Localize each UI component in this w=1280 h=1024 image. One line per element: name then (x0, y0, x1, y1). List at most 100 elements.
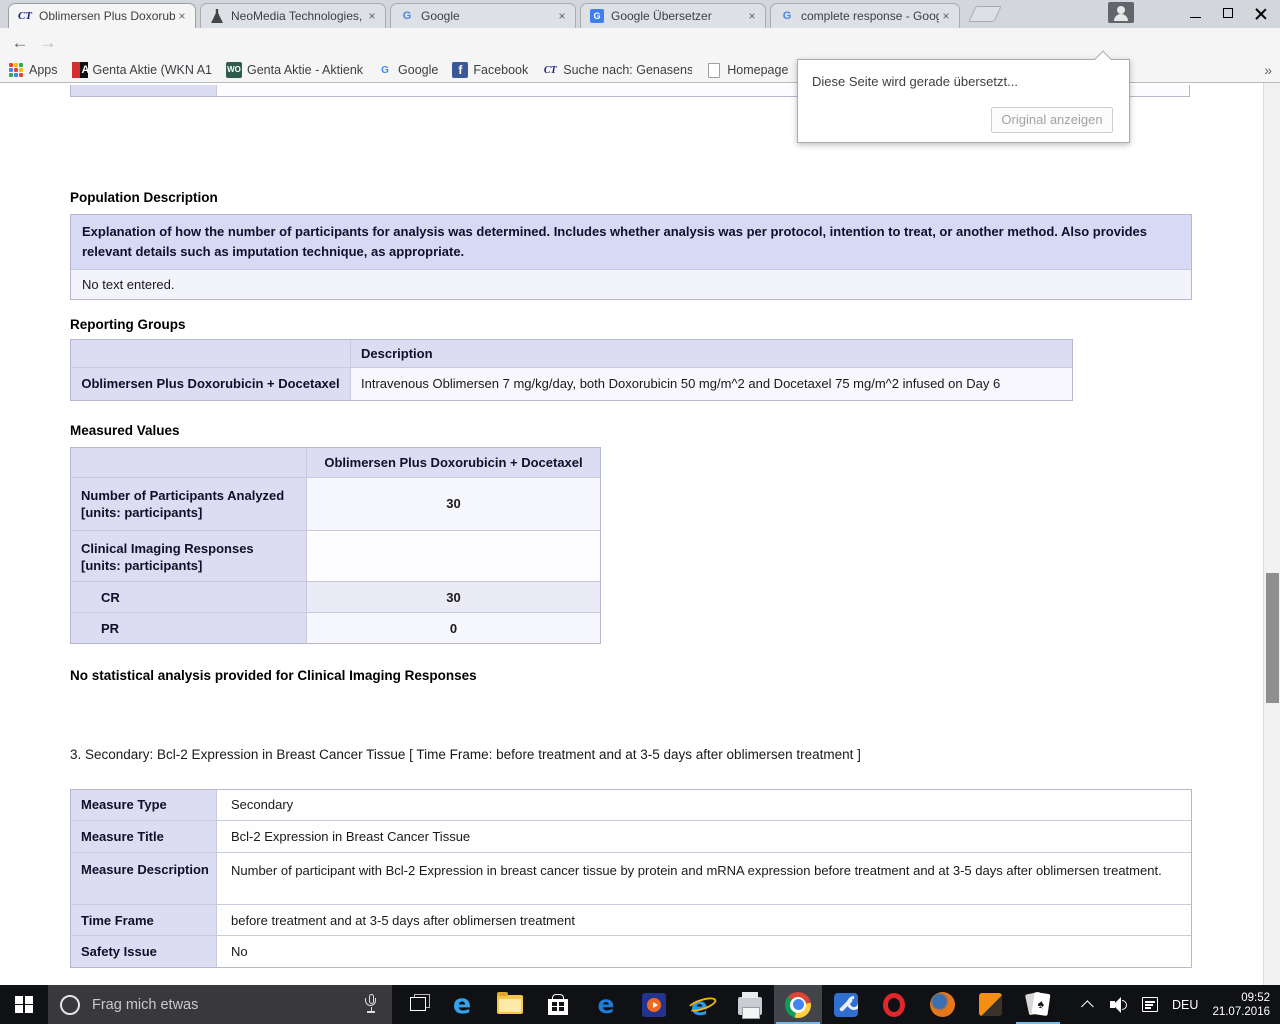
clock[interactable]: 09:52 21.07.2016 (1212, 991, 1270, 1019)
bookmark-facebook[interactable]: f Facebook (452, 62, 528, 78)
page-content: Population Description Explanation of ho… (0, 83, 1263, 985)
tab-close-icon[interactable]: × (365, 9, 379, 23)
browser-tab-strip: CT Oblimersen Plus Doxorubi × NeoMedia T… (0, 0, 1280, 28)
tab-title: Google Übersetzer (611, 9, 745, 23)
page-scrollbar[interactable] (1263, 83, 1280, 985)
measured-values-table: Oblimersen Plus Doxorubicin + Docetaxel … (70, 447, 601, 644)
row-label: PR (71, 613, 307, 643)
translate-status-text: Diese Seite wird gerade übersetzt... (812, 74, 1018, 89)
maximize-icon (1223, 8, 1233, 18)
tab-neomedia[interactable]: NeoMedia Technologies, I × (200, 3, 386, 28)
solitaire-icon: ♠ (1025, 992, 1051, 1018)
firefox-icon (930, 992, 955, 1017)
taskbar-store[interactable] (534, 985, 582, 1024)
profile-button[interactable] (1108, 2, 1134, 23)
date: 21.07.2016 (1212, 1005, 1270, 1019)
back-button[interactable]: ← (8, 31, 32, 55)
row-label: Time Frame (71, 905, 217, 935)
system-tray: DEU 09:52 21.07.2016 (1085, 985, 1280, 1024)
taskbar-edge[interactable]: e (438, 985, 486, 1024)
row-value (307, 531, 600, 581)
language-indicator[interactable]: DEU (1172, 998, 1198, 1012)
tab-close-icon[interactable]: × (745, 9, 759, 23)
measure-info-table: Measure Type Secondary Measure Title Bcl… (70, 789, 1192, 968)
bookmark-google[interactable]: G Google (377, 62, 438, 78)
microphone-icon[interactable] (364, 994, 378, 1014)
tab-google-uebersetzer[interactable]: G Google Übersetzer × (580, 3, 766, 28)
forward-button[interactable]: → (36, 31, 60, 55)
reporting-groups-table: Description Oblimersen Plus Doxorubicin … (70, 339, 1073, 401)
cortana-search-box[interactable] (48, 985, 392, 1024)
bookmark-homepage[interactable]: Homepage (706, 62, 788, 78)
row-label: Oblimersen Plus Doxorubicin + Docetaxel (71, 368, 351, 400)
desktop: CT Oblimersen Plus Doxorubi × NeoMedia T… (0, 0, 1280, 1024)
row-label: Measure Title (71, 821, 217, 852)
row-value: 30 (307, 582, 600, 612)
no-statistical-analysis-note: No statistical analysis provided for Cli… (70, 668, 477, 683)
tab-title: Google (421, 9, 555, 23)
taskbar-ie[interactable]: e (582, 985, 630, 1024)
wallstreet-online-icon: WO (226, 62, 242, 78)
task-view-button[interactable] (398, 985, 438, 1024)
action-center-icon[interactable] (1142, 997, 1158, 1012)
ie-icon: e (598, 991, 615, 1018)
tab-close-icon[interactable]: × (555, 9, 569, 23)
bookmark-ct-suche[interactable]: CT Suche nach: Genasens (542, 62, 692, 78)
speaker-icon[interactable] (1110, 997, 1128, 1013)
store-icon (548, 999, 568, 1015)
tab-clinicaltrials[interactable]: CT Oblimersen Plus Doxorubi × (8, 3, 196, 28)
browser-toolbar: ← → https://clinicaltrials.gov/ct2/show/… (0, 28, 1280, 58)
taskbar-solitaire[interactable]: ♠ (1014, 985, 1062, 1024)
facebook-icon: f (452, 62, 468, 78)
google-g-icon: G (377, 62, 393, 78)
taskbar-tools[interactable] (822, 985, 870, 1024)
windows-logo-icon (15, 996, 33, 1014)
translate-icon: G (589, 8, 605, 24)
taskbar-opera[interactable] (870, 985, 918, 1024)
close-icon (1255, 7, 1267, 19)
row-label: Number of Participants Analyzed[units: p… (71, 478, 307, 530)
taskbar-printer[interactable] (726, 985, 774, 1024)
new-tab-button[interactable] (968, 6, 1001, 22)
page-icon (708, 63, 720, 78)
scrollbar-thumb[interactable] (1266, 573, 1279, 703)
taskbar-chrome[interactable] (774, 985, 822, 1024)
row-value: Intravenous Oblimersen 7 mg/kg/day, both… (351, 368, 1072, 400)
window-minimize-button[interactable] (1180, 0, 1210, 26)
search-input[interactable] (92, 997, 322, 1013)
tab-close-icon[interactable]: × (939, 9, 953, 23)
time: 09:52 (1212, 991, 1270, 1005)
cortana-icon (60, 995, 80, 1015)
apps-shortcut[interactable]: Apps (8, 62, 58, 78)
taskbar-orange-app[interactable] (966, 985, 1014, 1024)
profile-person-icon (1117, 6, 1125, 14)
wrench-icon (834, 993, 858, 1017)
neomedia-icon (209, 8, 225, 24)
tab-title: NeoMedia Technologies, I (231, 9, 365, 23)
clinicaltrials-ct-icon: CT (542, 62, 558, 78)
column-header: Description (351, 340, 1072, 367)
bookmark-genta-aktienkurs[interactable]: WO Genta Aktie - Aktienk (226, 62, 363, 78)
bookmark-label: Apps (29, 63, 58, 77)
taskbar-file-explorer[interactable] (486, 985, 534, 1024)
start-button[interactable] (0, 985, 48, 1024)
taskbar-ie-classic[interactable]: e (678, 985, 726, 1024)
window-close-button[interactable] (1246, 0, 1276, 26)
tab-google[interactable]: G Google × (390, 3, 576, 28)
translate-popup: Diese Seite wird gerade übersetzt... Ori… (797, 59, 1130, 143)
ie-classic-icon: e (688, 992, 716, 1018)
row-label: CR (71, 582, 307, 612)
chrome-icon (785, 992, 811, 1018)
column-header: Oblimersen Plus Doxorubicin + Docetaxel (307, 448, 600, 477)
taskbar-firefox[interactable] (918, 985, 966, 1024)
window-maximize-button[interactable] (1213, 0, 1243, 26)
no-text-entered: No text entered. (71, 270, 1191, 299)
taskbar-media-player[interactable] (630, 985, 678, 1024)
bookmark-genta-aktie[interactable]: A Genta Aktie (WKN A1 (72, 62, 213, 78)
opera-icon (883, 993, 905, 1017)
tab-close-icon[interactable]: × (175, 9, 189, 23)
bookmarks-overflow-chevron[interactable]: » (1264, 62, 1272, 78)
minimize-icon (1190, 17, 1201, 18)
tab-complete-response[interactable]: G complete response - Goog × (770, 3, 960, 28)
show-original-button[interactable]: Original anzeigen (991, 107, 1113, 133)
